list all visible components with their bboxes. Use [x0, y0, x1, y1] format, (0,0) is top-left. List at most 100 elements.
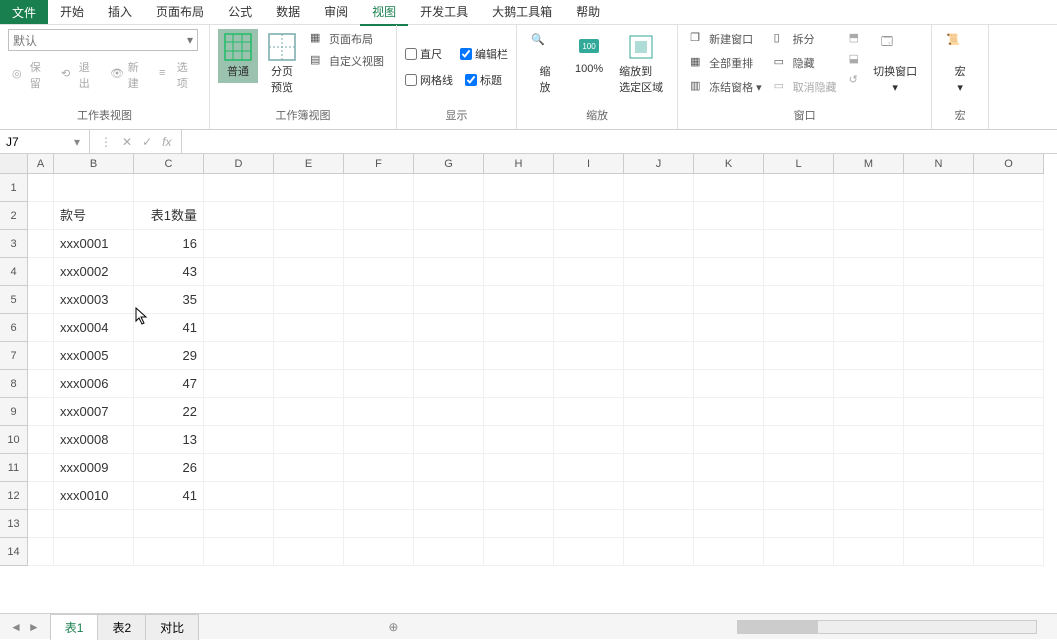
cell-H8[interactable]	[484, 370, 554, 398]
cell-O11[interactable]	[974, 454, 1044, 482]
new-view-button[interactable]: 👁新建	[106, 57, 152, 93]
row-header-9[interactable]: 9	[0, 398, 28, 426]
cell-C10[interactable]: 13	[134, 426, 204, 454]
cell-M9[interactable]	[834, 398, 904, 426]
cell-I9[interactable]	[554, 398, 624, 426]
row-header-2[interactable]: 2	[0, 202, 28, 230]
cell-D2[interactable]	[204, 202, 274, 230]
row-header-4[interactable]: 4	[0, 258, 28, 286]
cell-C2[interactable]: 表1数量	[134, 202, 204, 230]
cell-J3[interactable]	[624, 230, 694, 258]
cell-I7[interactable]	[554, 342, 624, 370]
cell-D3[interactable]	[204, 230, 274, 258]
cell-M12[interactable]	[834, 482, 904, 510]
menu-tab-0[interactable]: 开始	[48, 0, 96, 24]
cell-K1[interactable]	[694, 174, 764, 202]
cell-M10[interactable]	[834, 426, 904, 454]
compare-icon-button[interactable]: ⬒	[845, 29, 863, 46]
cell-L14[interactable]	[764, 538, 834, 566]
new-window-button[interactable]: ❐新建窗口	[686, 29, 766, 49]
fx-icon[interactable]: fx	[162, 135, 171, 149]
row-header-7[interactable]: 7	[0, 342, 28, 370]
cell-A5[interactable]	[28, 286, 54, 314]
zoom-100-button[interactable]: 100100%	[569, 29, 609, 79]
cell-L12[interactable]	[764, 482, 834, 510]
cancel-icon[interactable]: ✕	[122, 135, 132, 149]
cell-I14[interactable]	[554, 538, 624, 566]
zoom-button[interactable]: 🔍缩 放	[525, 29, 565, 99]
cell-D9[interactable]	[204, 398, 274, 426]
cell-K2[interactable]	[694, 202, 764, 230]
cell-G1[interactable]	[414, 174, 484, 202]
normal-view-button[interactable]: 普通	[218, 29, 258, 83]
ruler-check[interactable]	[405, 48, 417, 60]
cell-J9[interactable]	[624, 398, 694, 426]
cell-M5[interactable]	[834, 286, 904, 314]
cell-C7[interactable]: 29	[134, 342, 204, 370]
col-header-D[interactable]: D	[204, 154, 274, 174]
cell-A12[interactable]	[28, 482, 54, 510]
cell-O12[interactable]	[974, 482, 1044, 510]
cell-O6[interactable]	[974, 314, 1044, 342]
col-header-F[interactable]: F	[344, 154, 414, 174]
cell-L4[interactable]	[764, 258, 834, 286]
row-header-13[interactable]: 13	[0, 510, 28, 538]
sheet-tab-1[interactable]: 表2	[97, 614, 146, 640]
arrange-all-button[interactable]: ▦全部重排	[686, 53, 766, 73]
cell-F4[interactable]	[344, 258, 414, 286]
cell-D12[interactable]	[204, 482, 274, 510]
menu-tab-9[interactable]: 帮助	[564, 0, 612, 24]
options-button[interactable]: ≡选项	[155, 57, 201, 93]
cell-M13[interactable]	[834, 510, 904, 538]
cell-A11[interactable]	[28, 454, 54, 482]
cell-L10[interactable]	[764, 426, 834, 454]
cell-K7[interactable]	[694, 342, 764, 370]
split-button[interactable]: ▯拆分	[770, 29, 841, 49]
cell-J2[interactable]	[624, 202, 694, 230]
cell-O2[interactable]	[974, 202, 1044, 230]
cell-K4[interactable]	[694, 258, 764, 286]
confirm-icon[interactable]: ✓	[142, 135, 152, 149]
cell-F11[interactable]	[344, 454, 414, 482]
cell-E11[interactable]	[274, 454, 344, 482]
sheet-next-icon[interactable]: ►	[28, 620, 40, 634]
col-header-L[interactable]: L	[764, 154, 834, 174]
cell-B9[interactable]: xxx0007	[54, 398, 134, 426]
row-header-6[interactable]: 6	[0, 314, 28, 342]
cell-O7[interactable]	[974, 342, 1044, 370]
cell-I2[interactable]	[554, 202, 624, 230]
cell-B10[interactable]: xxx0008	[54, 426, 134, 454]
cell-O8[interactable]	[974, 370, 1044, 398]
cell-O1[interactable]	[974, 174, 1044, 202]
cell-D8[interactable]	[204, 370, 274, 398]
cell-G5[interactable]	[414, 286, 484, 314]
cell-N14[interactable]	[904, 538, 974, 566]
add-sheet-button[interactable]: ⊕	[380, 617, 406, 637]
cell-J12[interactable]	[624, 482, 694, 510]
dots-icon[interactable]: ⋮	[100, 135, 112, 149]
cell-N4[interactable]	[904, 258, 974, 286]
cell-B2[interactable]: 款号	[54, 202, 134, 230]
switch-window-button[interactable]: 🗔切换窗口▾	[867, 29, 923, 98]
cell-L5[interactable]	[764, 286, 834, 314]
cell-B4[interactable]: xxx0002	[54, 258, 134, 286]
keep-button[interactable]: ◎保留	[8, 57, 54, 93]
editbar-check[interactable]	[460, 48, 472, 60]
cell-F14[interactable]	[344, 538, 414, 566]
sync-scroll-icon-button[interactable]: ⬓	[845, 50, 863, 67]
cell-H12[interactable]	[484, 482, 554, 510]
cell-J5[interactable]	[624, 286, 694, 314]
row-header-5[interactable]: 5	[0, 286, 28, 314]
cell-B14[interactable]	[54, 538, 134, 566]
sheet-prev-icon[interactable]: ◄	[10, 620, 22, 634]
cell-O3[interactable]	[974, 230, 1044, 258]
cell-A3[interactable]	[28, 230, 54, 258]
cell-G12[interactable]	[414, 482, 484, 510]
col-header-A[interactable]: A	[28, 154, 54, 174]
cell-N12[interactable]	[904, 482, 974, 510]
freeze-panes-button[interactable]: ▥冻结窗格 ▾	[686, 77, 766, 97]
cell-L8[interactable]	[764, 370, 834, 398]
cell-N7[interactable]	[904, 342, 974, 370]
sheet-tab-0[interactable]: 表1	[50, 614, 99, 640]
cell-O9[interactable]	[974, 398, 1044, 426]
